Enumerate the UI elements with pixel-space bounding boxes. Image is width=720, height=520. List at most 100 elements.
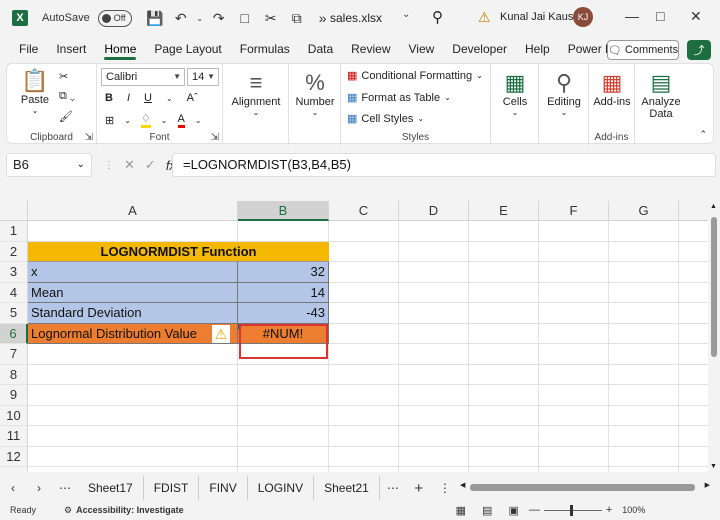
row-header-12[interactable]: 12 xyxy=(0,446,28,467)
comments-button[interactable]: 🗨 Comments xyxy=(607,40,679,60)
vertical-scrollbar[interactable]: ▲ ▼ xyxy=(708,201,720,472)
collapse-ribbon-icon[interactable]: ⌃ xyxy=(699,129,707,140)
row-header-13[interactable]: 13 xyxy=(0,467,28,472)
page-layout-icon[interactable]: ▤ xyxy=(482,504,492,517)
worksheet-grid[interactable]: ABCDEFG12345678910111213LOGNORMDIST Func… xyxy=(0,201,708,472)
tab-loginv[interactable]: LOGINV xyxy=(248,476,315,500)
zoom-level[interactable]: 100% xyxy=(622,505,645,515)
row-value[interactable]: 14 xyxy=(238,282,329,303)
column-header-d[interactable]: D xyxy=(399,201,469,221)
select-all-corner[interactable] xyxy=(0,201,28,221)
chevron-down-icon[interactable]: ⌄ xyxy=(195,116,202,125)
number-button[interactable]: % Number ⌄ xyxy=(292,70,338,117)
menu-insert[interactable]: Insert xyxy=(47,36,95,62)
tab-more-icon[interactable]: ⋯ xyxy=(52,481,78,495)
menu-page-layout[interactable]: Page Layout xyxy=(145,36,230,62)
row-label[interactable]: Standard Deviation xyxy=(28,303,238,324)
zoom-slider[interactable] xyxy=(543,504,602,516)
menu-help[interactable]: Help xyxy=(516,36,559,62)
scroll-right-icon[interactable]: ▶ xyxy=(705,481,710,489)
enter-icon[interactable]: ✓ xyxy=(145,157,156,173)
column-header-b[interactable]: B xyxy=(238,201,329,221)
row-header-4[interactable]: 4 xyxy=(0,282,28,303)
tab-sheet17[interactable]: Sheet17 xyxy=(78,476,144,500)
horizontal-scrollbar[interactable]: ◀ ▶ xyxy=(460,481,710,492)
paste-button[interactable]: 📋 Paste ⌄ xyxy=(15,68,55,115)
zoom-in-icon[interactable]: + xyxy=(606,504,612,516)
search-icon[interactable]: ⚲ xyxy=(432,8,443,26)
copy-icon[interactable]: ⧉ ⌄ xyxy=(59,90,75,103)
analyze-data-button[interactable]: ▤ Analyze Data xyxy=(637,70,685,120)
minimize-icon[interactable]: — xyxy=(625,8,639,24)
close-icon[interactable]: ✕ xyxy=(690,8,702,25)
tab-options-icon[interactable]: ⋮ xyxy=(432,481,458,495)
scroll-down-icon[interactable]: ▼ xyxy=(710,463,717,470)
scroll-up-icon[interactable]: ▲ xyxy=(710,203,717,210)
vertical-scroll-thumb[interactable] xyxy=(711,217,717,357)
editing-button[interactable]: ⚲ Editing ⌄ xyxy=(542,70,586,117)
menu-developer[interactable]: Developer xyxy=(443,36,516,62)
maximize-icon[interactable]: □ xyxy=(656,8,664,24)
menu-review[interactable]: Review xyxy=(342,36,399,62)
formula-input[interactable]: =LOGNORMDIST(B3,B4,B5) xyxy=(172,153,716,177)
new-file-icon[interactable]: □ xyxy=(232,5,258,31)
menu-view[interactable]: View xyxy=(400,36,444,62)
tab-next-icon[interactable]: › xyxy=(26,481,52,495)
tab-finv[interactable]: FINV xyxy=(199,476,248,500)
accessibility-icon[interactable]: ⚙ xyxy=(64,505,72,516)
conditional-formatting-button[interactable]: ▦ Conditional Formatting ⌄ xyxy=(347,69,483,83)
bold-button[interactable]: B xyxy=(105,92,113,104)
normal-view-icon[interactable]: ▦ xyxy=(456,504,466,517)
redo-icon[interactable]: ↷ xyxy=(206,5,232,31)
scroll-left-icon[interactable]: ◀ xyxy=(460,481,465,489)
cut-icon[interactable]: ✂ xyxy=(59,70,68,83)
row-value[interactable]: -43 xyxy=(238,303,329,324)
cell-styles-button[interactable]: ▦ Cell Styles ⌄ xyxy=(347,112,424,126)
share-button[interactable]: ⤴ xyxy=(687,40,711,60)
accessibility-status[interactable]: Accessibility: Investigate xyxy=(76,505,184,515)
fill-color-icon[interactable]: ♢ xyxy=(140,112,151,128)
column-header-e[interactable]: E xyxy=(469,201,539,221)
add-sheet-icon[interactable]: + xyxy=(406,480,432,497)
row-header-9[interactable]: 9 xyxy=(0,385,28,406)
row-header-11[interactable]: 11 xyxy=(0,426,28,447)
column-header-blank[interactable] xyxy=(679,201,708,221)
avatar[interactable]: KJ xyxy=(573,7,593,27)
horizontal-scroll-thumb[interactable] xyxy=(470,484,695,491)
row-header-5[interactable]: 5 xyxy=(0,303,28,324)
alignment-button[interactable]: ≡ Alignment ⌄ xyxy=(229,70,283,117)
column-header-g[interactable]: G xyxy=(609,201,679,221)
tab-prev-icon[interactable]: ‹ xyxy=(0,481,26,495)
cut-icon[interactable]: ✂ xyxy=(258,5,284,31)
row-header-7[interactable]: 7 xyxy=(0,344,28,365)
tab-fdist[interactable]: FDIST xyxy=(144,476,200,500)
chevron-down-icon[interactable]: ⌄ xyxy=(161,116,168,125)
cells-button[interactable]: ▦ Cells ⌄ xyxy=(494,70,536,117)
borders-icon[interactable]: ⊞ xyxy=(105,114,114,127)
italic-button[interactable]: I xyxy=(127,92,130,104)
row-label[interactable]: x xyxy=(28,262,238,283)
chevron-down-icon[interactable]: ⌄ xyxy=(402,9,410,20)
row-header-8[interactable]: 8 xyxy=(0,364,28,385)
copy-icon[interactable]: ⧉ xyxy=(284,5,310,31)
save-icon[interactable]: 💾 xyxy=(142,5,168,31)
chevron-down-icon[interactable]: ⌄ xyxy=(166,94,173,103)
tab-sheet21[interactable]: Sheet21 xyxy=(314,476,380,500)
menu-file[interactable]: File xyxy=(10,36,47,62)
addins-button[interactable]: ▦ Add-ins xyxy=(591,70,633,108)
format-as-table-button[interactable]: ▦ Format as Table ⌄ xyxy=(347,91,451,105)
row-header-6[interactable]: 6 xyxy=(0,323,28,344)
menu-home[interactable]: Home xyxy=(95,36,145,62)
column-header-c[interactable]: C xyxy=(329,201,399,221)
menu-data[interactable]: Data xyxy=(299,36,342,62)
warning-icon[interactable]: ⚠ xyxy=(478,9,491,26)
file-name[interactable]: sales.xlsx xyxy=(330,11,382,25)
zoom-out-icon[interactable]: — xyxy=(529,504,540,516)
table-title[interactable]: LOGNORMDIST Function xyxy=(28,241,329,262)
font-grow-icon[interactable]: Aˆ xyxy=(187,92,198,104)
row-header-10[interactable]: 10 xyxy=(0,405,28,426)
undo-dropdown-icon[interactable]: ⌄ xyxy=(194,5,206,31)
underline-button[interactable]: U xyxy=(144,92,152,104)
font-name-combo[interactable]: Calibri ▼ xyxy=(101,68,185,86)
format-painter-icon[interactable]: 🖌 xyxy=(59,110,73,123)
